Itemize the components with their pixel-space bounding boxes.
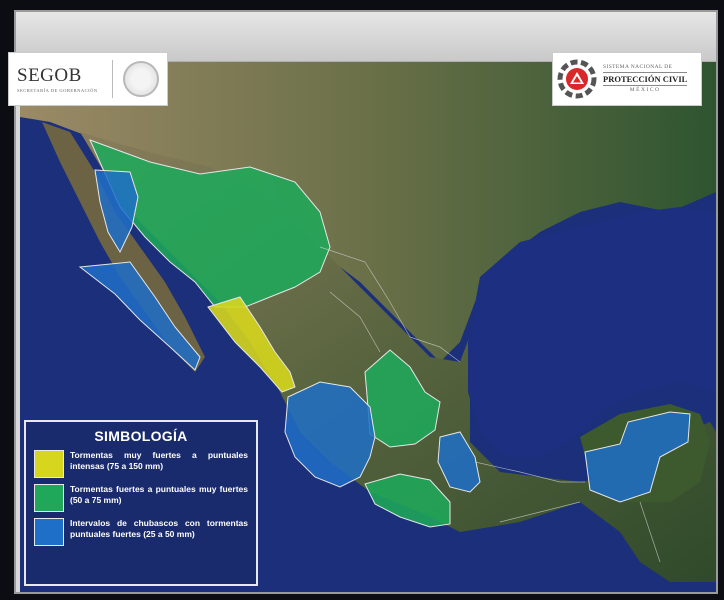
segob-wordmark: SEGOB SECRETARÍA DE GOBERNACIÓN <box>17 66 98 93</box>
pc-line1: SISTEMA NACIONAL DE <box>603 64 673 71</box>
segob-name: SEGOB <box>17 64 82 86</box>
mexico-seal-icon <box>122 61 159 97</box>
legend-item-green: Tormentas fuertes a puntuales muy fuerte… <box>34 484 248 512</box>
legend-label-yellow: Tormentas muy fuertes a puntuales intens… <box>70 450 248 472</box>
legend-label-blue: Intervalos de chubascos con tormentas pu… <box>70 518 248 540</box>
proteccion-civil-text: SISTEMA NACIONAL DE PROTECCIÓN CIVIL MÉX… <box>603 64 688 94</box>
proteccion-civil-emblem-icon <box>557 59 597 99</box>
segob-logo: SEGOB SECRETARÍA DE GOBERNACIÓN <box>8 52 168 106</box>
segob-subtitle: SECRETARÍA DE GOBERNACIÓN <box>17 87 98 93</box>
screen-frame: SIMBOLOGÍA Tormentas muy fuertes a puntu… <box>0 0 724 600</box>
legend-swatch-green <box>34 484 64 512</box>
pc-line3: MÉXICO <box>629 87 661 94</box>
legend: SIMBOLOGÍA Tormentas muy fuertes a puntu… <box>24 420 258 586</box>
legend-swatch-blue <box>34 518 64 546</box>
legend-label-green: Tormentas fuertes a puntuales muy fuerte… <box>70 484 248 506</box>
proteccion-civil-logo: SISTEMA NACIONAL DE PROTECCIÓN CIVIL MÉX… <box>552 52 702 106</box>
legend-item-blue: Intervalos de chubascos con tormentas pu… <box>34 518 248 546</box>
pc-line2: PROTECCIÓN CIVIL <box>603 71 688 87</box>
logo-separator <box>111 60 113 98</box>
legend-title: SIMBOLOGÍA <box>94 428 188 444</box>
legend-item-yellow: Tormentas muy fuertes a puntuales intens… <box>34 450 248 478</box>
legend-swatch-yellow <box>34 450 64 478</box>
